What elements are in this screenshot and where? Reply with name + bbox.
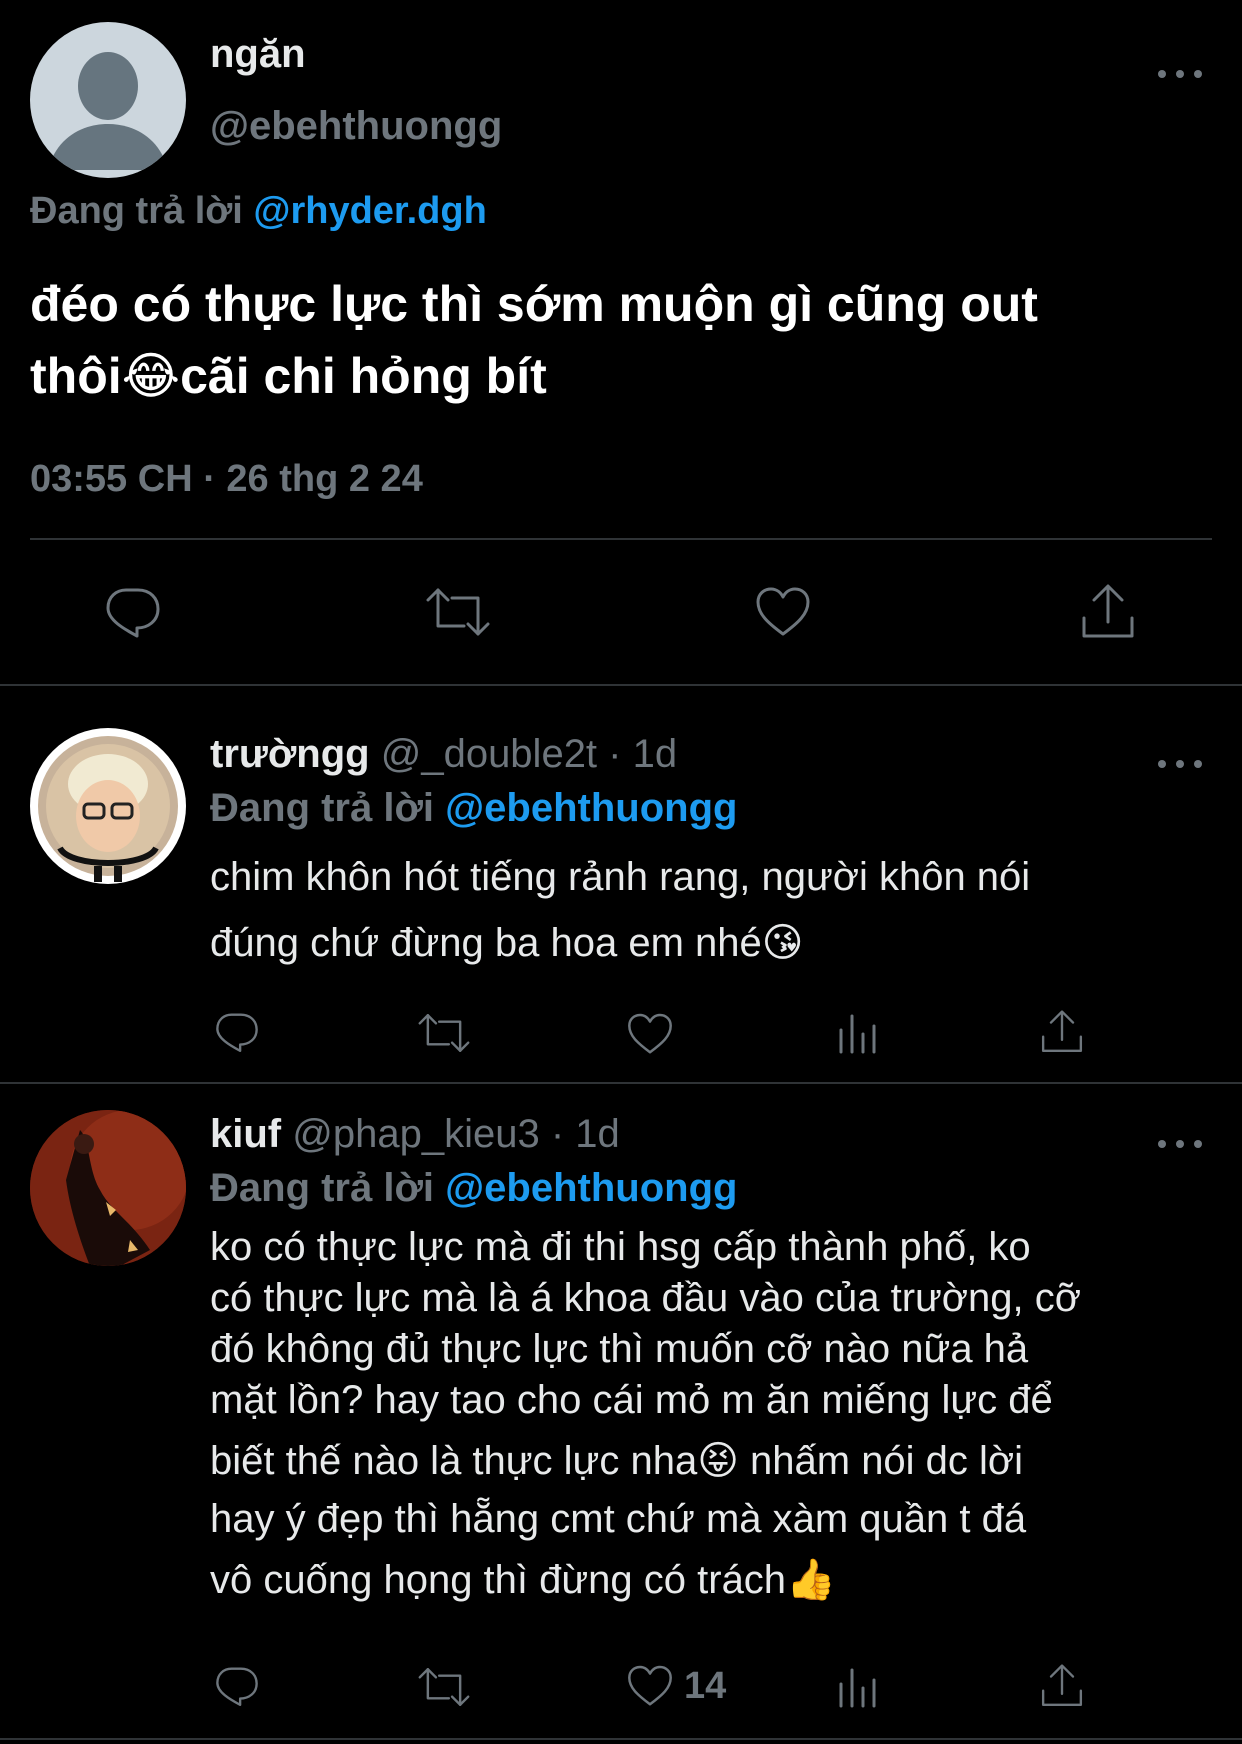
views-button[interactable] [836, 1012, 878, 1061]
reply-text-line: đó không đủ thực lực thì muốn cỡ nào nữa… [210, 1327, 1029, 1371]
views-icon [839, 1668, 876, 1708]
kiss-emoji: 😘 [761, 920, 804, 966]
like-icon [628, 1665, 672, 1706]
like-icon [756, 587, 810, 636]
avatar[interactable] [30, 728, 186, 884]
reply-text-part: vô cuống họng thì đừng có trách [210, 1558, 787, 1602]
display-name[interactable]: trườngg [210, 732, 370, 776]
default-avatar-icon [48, 52, 168, 170]
tweet-text-line: đéo có thực lực thì sớm muộn gì cũng out [30, 276, 1038, 332]
reply-tweet: kiuf @phap_kieu3 · 1d Đang trả lời @ebeh… [0, 1084, 1242, 1744]
reply-text-part: đúng chứ đừng ba hoa em nhé [210, 921, 762, 965]
avatar[interactable] [30, 22, 186, 178]
avatar[interactable] [30, 1110, 186, 1266]
reply-text-line: ko có thực lực mà đi thi hsg cấp thành p… [210, 1225, 1031, 1269]
reply-button[interactable] [214, 1664, 260, 1713]
more-icon[interactable] [1158, 64, 1202, 84]
reply-text-line: mặt lồn? hay tao cho cái mỏ m ăn miếng l… [210, 1378, 1053, 1422]
share-icon [1041, 1010, 1083, 1053]
reply-icon [216, 1013, 258, 1053]
reply-icon [106, 588, 160, 638]
like-count: 14 [684, 1664, 727, 1707]
reply-icon [216, 1667, 258, 1707]
reply-text-line: hay ý đẹp thì hẵng cmt chứ mà xàm quần t… [210, 1497, 1027, 1541]
section-divider [0, 1738, 1242, 1740]
relative-time[interactable]: · 1d [551, 1112, 620, 1156]
tongue-emoji: 😝 [697, 1438, 739, 1484]
share-button[interactable] [1080, 582, 1136, 647]
retweet-button[interactable] [424, 586, 492, 643]
replying-label: Đang trả lời [210, 786, 435, 830]
replying-to: Đang trả lời @ebehthuongg [210, 1166, 737, 1211]
reply-button[interactable] [104, 584, 162, 645]
like-icon [628, 1013, 672, 1054]
reply-text-line: chim khôn hót tiếng rảnh rang, người khô… [210, 855, 1031, 899]
reply-button[interactable] [214, 1010, 260, 1059]
replying-label: Đang trả lời [210, 1166, 435, 1210]
more-icon[interactable] [1158, 1134, 1202, 1154]
like-button[interactable] [626, 1012, 674, 1061]
main-tweet: ngăn @ebehthuongg Đang trả lời @rhyder.d… [0, 0, 1242, 684]
laughing-emoji: 😂 [121, 347, 181, 405]
share-button[interactable] [1040, 1008, 1084, 1061]
reply-text-line: biết thế nào là thực lực nha😝 nhấm nói d… [210, 1428, 1230, 1494]
retweet-button[interactable] [416, 1666, 472, 1713]
reply-text-part: biết thế nào là thực lực nha [210, 1439, 698, 1483]
reply-text: ko có thực lực mà đi thi hsg cấp thành p… [210, 1222, 1230, 1615]
reply-text-line: đúng chứ đừng ba hoa em nhé😘 [210, 910, 1230, 976]
replying-mention[interactable]: @rhyder.dgh [253, 190, 486, 232]
reply-tweet: trườngg @_double2t · 1d Đang trả lời @eb… [0, 686, 1242, 1082]
tweet-text: đéo có thực lực thì sớm muộn gì cũng out… [30, 268, 1230, 412]
user-photo-icon [38, 736, 178, 882]
retweet-icon [426, 588, 490, 636]
replying-to: Đang trả lời @ebehthuongg [210, 786, 737, 831]
like-button[interactable]: 14 [626, 1664, 726, 1708]
handle[interactable]: @phap_kieu3 [292, 1112, 539, 1156]
replying-to: Đang trả lời @rhyder.dgh [30, 190, 487, 233]
tweet-text-part: cãi chi hỏng bít [180, 348, 547, 404]
reply-text: chim khôn hót tiếng rảnh rang, người khô… [210, 844, 1230, 976]
retweet-icon [418, 1668, 470, 1706]
reply-text-line: có thực lực mà là á khoa đầu vào của trư… [210, 1276, 1081, 1320]
like-button[interactable] [754, 586, 812, 643]
reply-text-line: vô cuống họng thì đừng có trách👍 [210, 1545, 1230, 1615]
retweet-icon [418, 1014, 470, 1052]
replying-label: Đang trả lời [30, 190, 243, 232]
views-button[interactable] [836, 1666, 878, 1715]
share-icon [1041, 1664, 1083, 1707]
handle[interactable]: @ebehthuongg [210, 104, 502, 149]
user-photo-icon [30, 1110, 186, 1266]
thumbs-up-emoji: 👍 [786, 1557, 836, 1603]
replying-mention[interactable]: @ebehthuongg [445, 1166, 737, 1210]
reply-header: trườngg @_double2t · 1d [210, 732, 677, 777]
tweet-divider [30, 538, 1212, 540]
display-name[interactable]: ngăn [210, 32, 306, 77]
handle[interactable]: @_double2t [381, 732, 597, 776]
reply-header: kiuf @phap_kieu3 · 1d [210, 1112, 620, 1157]
timestamp[interactable]: 03:55 CH · 26 thg 2 24 [30, 458, 423, 501]
tweet-text-line: thôi😂cãi chi hỏng bít [30, 340, 1230, 412]
tweet-text-part: thôi [30, 348, 122, 404]
retweet-button[interactable] [416, 1012, 472, 1059]
reply-text-part: nhấm nói dc lời [750, 1439, 1024, 1483]
relative-time[interactable]: · 1d [608, 732, 677, 776]
share-icon [1082, 584, 1134, 638]
views-icon [839, 1014, 876, 1054]
more-icon[interactable] [1158, 754, 1202, 774]
share-button[interactable] [1040, 1662, 1084, 1715]
replying-mention[interactable]: @ebehthuongg [445, 786, 737, 830]
display-name[interactable]: kiuf [210, 1112, 281, 1156]
